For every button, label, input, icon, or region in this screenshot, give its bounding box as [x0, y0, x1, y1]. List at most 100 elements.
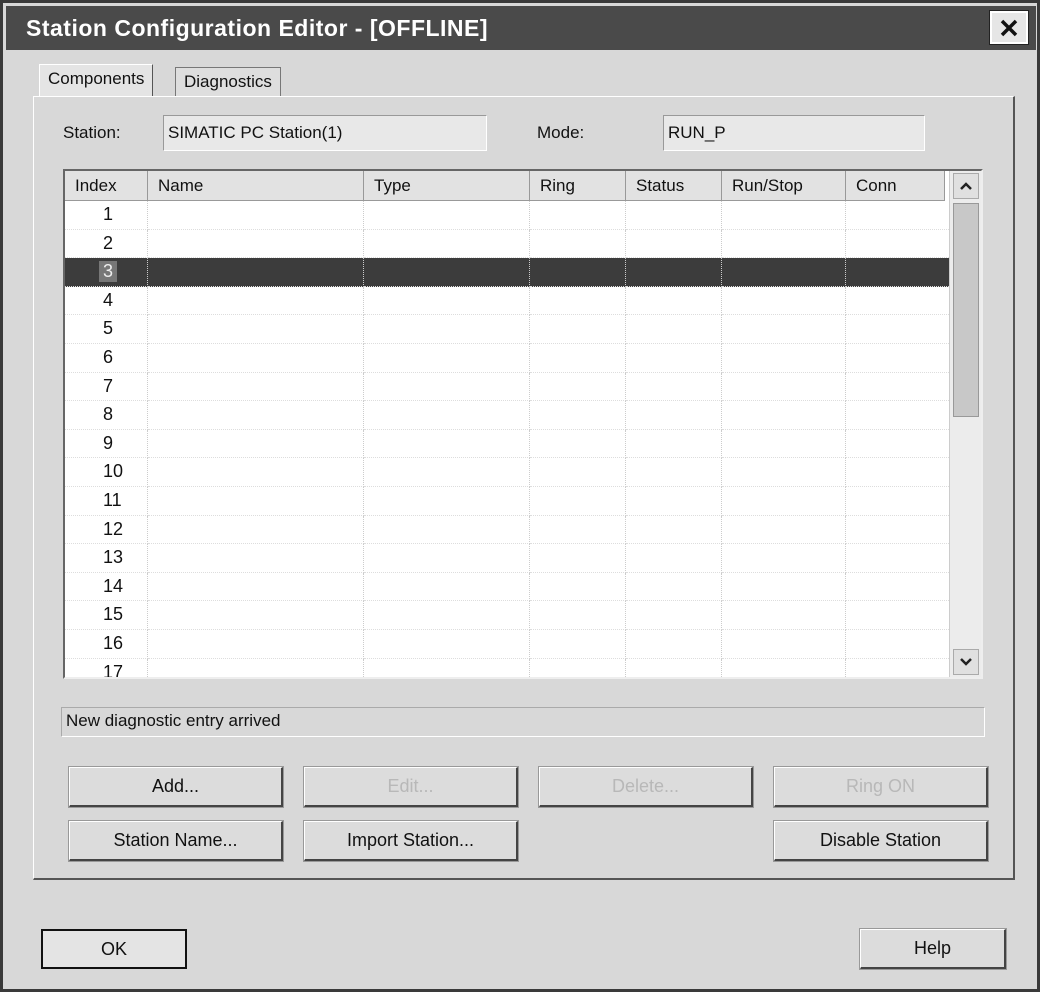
- column-header-ring[interactable]: Ring: [530, 171, 626, 201]
- table-cell: [846, 630, 951, 659]
- table-cell: [148, 458, 364, 487]
- table-cell: [148, 572, 364, 602]
- ok-button[interactable]: OK: [41, 929, 187, 969]
- close-button[interactable]: [989, 10, 1029, 45]
- table-row[interactable]: 1: [65, 201, 951, 230]
- table-cell: [846, 515, 951, 545]
- table-row[interactable]: 9: [65, 429, 951, 459]
- table-cell: [530, 544, 626, 573]
- table-cell: [626, 458, 722, 487]
- station-name-button[interactable]: Station Name...: [68, 820, 284, 862]
- table-row[interactable]: 8: [65, 401, 951, 430]
- table-cell: [722, 229, 846, 259]
- table-cell: [722, 315, 846, 344]
- table-cell: [722, 429, 846, 459]
- table-cell: [626, 286, 722, 316]
- table-cell: [148, 429, 364, 459]
- table-cell: [846, 201, 951, 230]
- add-button[interactable]: Add...: [68, 766, 284, 808]
- edit-button[interactable]: Edit...: [303, 766, 519, 808]
- row-index: 5: [103, 318, 114, 339]
- table-cell: [846, 487, 951, 516]
- column-header-name[interactable]: Name: [148, 171, 364, 201]
- row-index: 7: [103, 375, 114, 396]
- table-row[interactable]: 2: [65, 229, 951, 259]
- scroll-thumb[interactable]: [953, 203, 979, 417]
- table-cell: [148, 601, 364, 630]
- station-field: SIMATIC PC Station(1): [163, 115, 487, 151]
- table-row[interactable]: 3: [65, 258, 951, 287]
- table-row[interactable]: 13: [65, 544, 951, 573]
- column-header-index[interactable]: Index: [65, 171, 148, 201]
- help-button[interactable]: Help: [859, 928, 1007, 970]
- scroll-up-button[interactable]: [953, 173, 979, 199]
- row-index: 4: [103, 289, 114, 310]
- table-row[interactable]: 11: [65, 487, 951, 516]
- row-index: 1: [103, 204, 114, 224]
- table-cell: [722, 601, 846, 630]
- table-row[interactable]: 14: [65, 572, 951, 602]
- column-header-run-stop[interactable]: Run/Stop: [722, 171, 846, 201]
- station-config-dialog: Station Configuration Editor - [OFFLINE]…: [0, 0, 1040, 992]
- tab-components[interactable]: Components: [39, 64, 154, 98]
- table-cell: [626, 258, 722, 287]
- tab-label: Diagnostics: [184, 72, 272, 91]
- table-cell: [364, 487, 530, 516]
- import-station-button[interactable]: Import Station...: [303, 820, 519, 862]
- chevron-down-icon: [960, 658, 972, 666]
- table-cell: [530, 630, 626, 659]
- table-cell: [148, 515, 364, 545]
- column-header-type[interactable]: Type: [364, 171, 530, 201]
- table-row[interactable]: 7: [65, 372, 951, 402]
- table-cell: [722, 258, 846, 287]
- table-cell: [148, 658, 364, 677]
- table-cell: [626, 487, 722, 516]
- table-cell: [148, 258, 364, 287]
- table-row[interactable]: 12: [65, 515, 951, 545]
- column-header-conn[interactable]: Conn: [846, 171, 945, 201]
- mode-field: RUN_P: [663, 115, 925, 151]
- table-row[interactable]: 5: [65, 315, 951, 344]
- disable-station-button[interactable]: Disable Station: [773, 820, 989, 862]
- row-index: 12: [103, 518, 124, 539]
- table-cell: [530, 258, 626, 287]
- station-label: Station:: [63, 123, 121, 142]
- table-cell: [148, 372, 364, 402]
- table-cell: [626, 572, 722, 602]
- tab-diagnostics[interactable]: Diagnostics: [175, 67, 281, 96]
- table-row[interactable]: 16: [65, 630, 951, 659]
- row-index: 17: [103, 661, 124, 679]
- table-cell: [530, 401, 626, 430]
- table-cell: [364, 229, 530, 259]
- table-row[interactable]: 10: [65, 458, 951, 487]
- row-index: 8: [103, 404, 114, 425]
- table-cell: [722, 401, 846, 430]
- row-index: 2: [103, 232, 114, 253]
- table-cell: [846, 658, 951, 677]
- table-cell: [148, 630, 364, 659]
- window-title: Station Configuration Editor - [OFFLINE]: [26, 15, 489, 41]
- vertical-scrollbar[interactable]: [949, 171, 981, 677]
- table-cell: [722, 658, 846, 677]
- ring-on-button[interactable]: Ring ON: [773, 766, 989, 808]
- table-cell: [846, 458, 951, 487]
- table-cell: [364, 429, 530, 459]
- table-row[interactable]: 6: [65, 344, 951, 373]
- row-index: 10: [103, 461, 124, 482]
- components-table[interactable]: Index Name Type Ring Status Run/Stop Con…: [63, 169, 983, 679]
- table-header: Index Name Type Ring Status Run/Stop Con…: [65, 171, 945, 201]
- table-cell: [148, 344, 364, 373]
- table-cell: [364, 201, 530, 230]
- table-cell: [530, 658, 626, 677]
- title-bar[interactable]: Station Configuration Editor - [OFFLINE]: [6, 6, 1036, 50]
- delete-button[interactable]: Delete...: [538, 766, 754, 808]
- table-row[interactable]: 15: [65, 601, 951, 630]
- column-header-status[interactable]: Status: [626, 171, 722, 201]
- table-cell: [626, 429, 722, 459]
- table-row[interactable]: 4: [65, 286, 951, 316]
- row-index: 6: [103, 347, 114, 367]
- table-row[interactable]: 17: [65, 658, 951, 679]
- table-cell: [148, 487, 364, 516]
- table-cell: [722, 372, 846, 402]
- scroll-down-button[interactable]: [953, 649, 979, 675]
